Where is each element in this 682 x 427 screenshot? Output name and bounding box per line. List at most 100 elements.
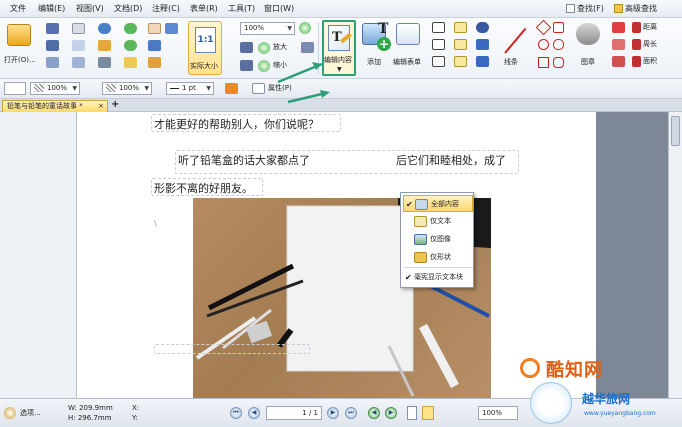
dropdown-item-all-content[interactable]: ✔ 全部内容 xyxy=(403,195,473,212)
save-icon[interactable] xyxy=(46,23,59,34)
zoom-in-label[interactable]: 放大 xyxy=(273,43,287,52)
stamp-label[interactable]: 图章 xyxy=(581,58,595,67)
edit-form-icon[interactable] xyxy=(396,23,420,45)
single-page-icon[interactable] xyxy=(407,406,417,420)
edit-content-button[interactable]: T 编辑内容 ▼ xyxy=(322,20,356,76)
text-block-outline[interactable] xyxy=(154,344,310,354)
lines-label[interactable]: 线条 xyxy=(504,58,518,67)
eraser-icon[interactable] xyxy=(612,22,625,33)
rotate-icon[interactable] xyxy=(301,42,314,53)
print-icon[interactable] xyxy=(46,40,59,51)
perimeter-label[interactable]: 周长 xyxy=(643,40,657,49)
menu-window[interactable]: 窗口(W) xyxy=(264,3,294,15)
attach-icon[interactable] xyxy=(476,22,489,33)
zoom-field[interactable]: 100% xyxy=(478,406,518,420)
crop-icon[interactable] xyxy=(432,22,445,33)
text-block-outline[interactable] xyxy=(151,178,263,196)
hand-icon[interactable] xyxy=(148,23,161,34)
menu-edit[interactable]: 编辑(E) xyxy=(38,3,65,15)
new-tab-button[interactable]: + xyxy=(111,99,119,111)
form-field-icon[interactable] xyxy=(432,39,445,50)
last-page-icon[interactable]: ⏭ xyxy=(345,407,357,419)
textbox-icon[interactable] xyxy=(454,39,467,50)
text-block-outline[interactable] xyxy=(151,114,341,132)
actual-size-button[interactable]: 1:1 实际大小 xyxy=(188,21,222,75)
menu-document[interactable]: 文档(D) xyxy=(114,3,142,15)
export-icon[interactable] xyxy=(98,40,111,51)
area-label[interactable]: 面积 xyxy=(643,57,657,66)
fill-color-picker[interactable] xyxy=(4,82,26,95)
dropdown-item-show-text-blocks[interactable]: ✔ 毫宪显示文本块 xyxy=(403,269,473,286)
fill-opacity-combo[interactable]: 100% ▼ xyxy=(30,82,80,95)
scan-icon[interactable] xyxy=(46,57,59,68)
zoom-in-icon[interactable] xyxy=(258,42,270,54)
typewriter-icon[interactable] xyxy=(454,22,467,33)
continuous-page-icon[interactable] xyxy=(422,406,434,420)
zoom-out-icon[interactable] xyxy=(258,60,270,72)
area-icon[interactable] xyxy=(632,56,641,67)
line-width-combo[interactable]: 1 pt ▼ xyxy=(166,82,214,95)
page-icon[interactable] xyxy=(72,57,85,68)
advanced-search-button[interactable]: 高级查找 xyxy=(614,2,657,16)
add-text-icon[interactable]: T xyxy=(378,21,388,37)
next-page-icon[interactable]: ▶ xyxy=(327,407,339,419)
distance-icon[interactable] xyxy=(632,22,641,33)
paperclip-icon[interactable] xyxy=(476,39,489,50)
undo-icon[interactable] xyxy=(98,23,111,34)
select-icon[interactable] xyxy=(124,57,137,68)
menu-file[interactable]: 文件 xyxy=(10,3,26,15)
dropdown-item-text-only[interactable]: 仅文本 xyxy=(403,213,473,230)
pentagon-icon[interactable] xyxy=(553,22,564,33)
gear-icon[interactable] xyxy=(4,407,16,419)
page-number-field[interactable]: 1 / 1 xyxy=(266,406,322,420)
fit-width-icon[interactable] xyxy=(240,60,253,71)
menu-comment[interactable]: 注释(C) xyxy=(152,3,180,15)
tools-icon[interactable] xyxy=(98,57,111,68)
distance-label[interactable]: 距离 xyxy=(643,23,657,32)
dropdown-item-image-only[interactable]: 仅图像 xyxy=(403,231,473,248)
email-icon[interactable] xyxy=(72,23,85,34)
text-block-outline[interactable] xyxy=(175,150,519,174)
properties-icon[interactable] xyxy=(72,40,85,51)
layer-icon[interactable] xyxy=(225,83,238,94)
open-folder-icon[interactable] xyxy=(7,24,31,46)
sound-icon[interactable] xyxy=(476,56,489,67)
back-icon[interactable] xyxy=(124,23,137,34)
forward-view-icon[interactable]: ▶ xyxy=(385,407,397,419)
forward-icon[interactable] xyxy=(124,40,137,51)
link-box-icon[interactable] xyxy=(432,56,445,67)
menu-form[interactable]: 表单(R) xyxy=(190,3,218,15)
rectangle-icon[interactable] xyxy=(538,57,549,68)
callout-icon[interactable] xyxy=(454,56,467,67)
settings-label[interactable]: 选项... xyxy=(20,409,41,418)
stroke-opacity-combo[interactable]: 100% ▼ xyxy=(102,82,152,95)
circle-icon[interactable] xyxy=(538,39,549,50)
fit-page-icon[interactable] xyxy=(240,42,253,53)
perimeter-icon[interactable] xyxy=(632,39,641,50)
back-view-icon[interactable]: ◀ xyxy=(368,407,380,419)
zoom-in-circle-icon[interactable] xyxy=(299,22,311,34)
zoom-out-label[interactable]: 缩小 xyxy=(273,61,287,70)
open-label[interactable]: 打开(O)... xyxy=(4,56,36,65)
scrollbar-thumb[interactable] xyxy=(671,116,680,146)
eraser-2-icon[interactable] xyxy=(612,39,625,50)
add-plus-icon[interactable]: + xyxy=(377,37,391,51)
properties-icon[interactable] xyxy=(252,83,265,94)
menu-view[interactable]: 视图(V) xyxy=(76,3,104,15)
snapshot-icon[interactable] xyxy=(148,40,161,51)
add-label[interactable]: 添加 xyxy=(367,58,381,67)
prev-page-icon[interactable]: ◀ xyxy=(248,407,260,419)
pencil-shape-icon[interactable] xyxy=(553,57,564,68)
properties-label[interactable]: 属性(P) xyxy=(268,84,292,93)
menu-tools[interactable]: 工具(T) xyxy=(228,3,255,15)
find-button[interactable]: 查找(F) xyxy=(566,2,604,16)
stamp-icon[interactable] xyxy=(576,23,600,45)
first-page-icon[interactable]: ⏮ xyxy=(230,407,242,419)
highlighter-icon[interactable] xyxy=(612,56,625,67)
cloud-icon[interactable] xyxy=(553,39,564,50)
dropdown-item-shape-only[interactable]: 仅形状 xyxy=(403,249,473,266)
edit-form-label[interactable]: 编辑表单 xyxy=(393,58,421,67)
line-tool-icon[interactable] xyxy=(504,27,527,54)
polygon-icon[interactable] xyxy=(535,19,552,36)
close-icon[interactable]: × xyxy=(98,101,104,112)
